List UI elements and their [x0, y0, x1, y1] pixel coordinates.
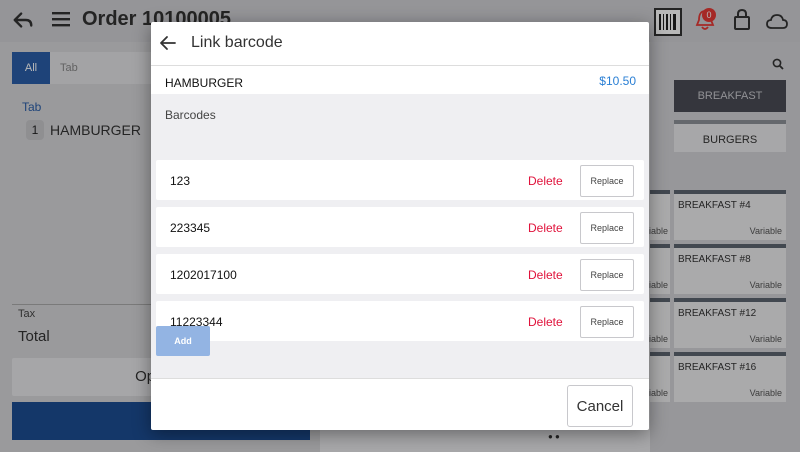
product-price: $10.50 — [599, 74, 636, 88]
product-name: HAMBURGER — [165, 76, 244, 90]
barcode-value: 1202017100 — [170, 268, 237, 282]
dialog-title: Link barcode — [191, 34, 283, 51]
section-label: Barcodes — [165, 108, 216, 122]
replace-button[interactable]: Replace — [580, 165, 634, 197]
replace-button[interactable]: Replace — [580, 306, 634, 338]
barcode-value: 123 — [170, 174, 191, 188]
link-barcode-dialog: Link barcode HAMBURGER $10.50 Barcodes 1… — [151, 22, 649, 430]
replace-button[interactable]: Replace — [580, 212, 634, 244]
delete-button[interactable]: Delete — [528, 268, 563, 282]
barcode-value: 223345 — [170, 221, 211, 235]
barcode-row: 223345 Delete Replace — [156, 207, 644, 247]
replace-button[interactable]: Replace — [580, 259, 634, 291]
back-arrow-icon[interactable] — [159, 34, 177, 52]
delete-button[interactable]: Delete — [528, 221, 563, 235]
dialog-header: Link barcode — [151, 22, 649, 66]
barcodes-section: Barcodes 123 Delete Replace 223345 Delet… — [151, 94, 649, 378]
delete-button[interactable]: Delete — [528, 174, 563, 188]
barcode-row: 123 Delete Replace — [156, 160, 644, 200]
cancel-button[interactable]: Cancel — [567, 385, 633, 427]
barcode-row: 1202017100 Delete Replace — [156, 254, 644, 294]
delete-button[interactable]: Delete — [528, 315, 563, 329]
dialog-footer: Cancel — [151, 378, 649, 430]
add-barcode-button[interactable]: Add — [156, 326, 210, 356]
barcode-row: 11223344 Delete Replace — [156, 301, 644, 341]
